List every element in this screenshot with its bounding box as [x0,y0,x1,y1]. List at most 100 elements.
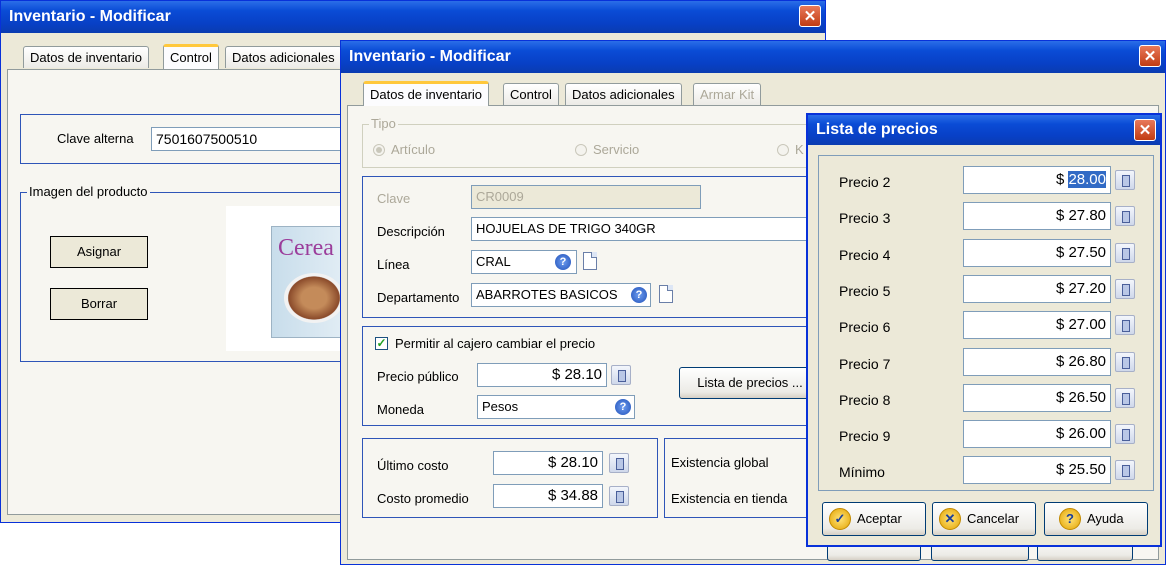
title-bar[interactable]: Inventario - Modificar ✕ [1,1,825,33]
ayuda-button[interactable]: ? Ayuda [1044,502,1148,536]
calculator-icon[interactable] [1115,315,1135,336]
clave-alterna-group: Clave alterna 7501607500510 [20,114,361,164]
clave-alterna-label: Clave alterna [57,131,134,146]
precio-publico-label: Precio público [377,369,459,384]
imagen-producto-group: Imagen del producto Asignar Borrar Cerea [20,184,363,362]
precio-input[interactable]: $ 26.50 [963,383,1111,412]
calculator-icon[interactable] [1115,424,1135,445]
calculator-icon[interactable] [1115,170,1135,190]
costo-promedio-label: Costo promedio [377,491,469,506]
ultimo-costo-label: Último costo [377,458,449,473]
departamento-new-icon[interactable] [659,285,673,303]
moneda-select[interactable]: Pesos [477,395,635,419]
tab-datos-inventario[interactable]: Datos de inventario [23,46,150,68]
calculator-icon[interactable] [1115,351,1135,372]
cancel-icon: ✕ [939,508,961,530]
check-icon: ✓ [829,508,851,530]
dialog-title: Lista de precios [816,121,938,138]
ultimo-costo-input[interactable]: $ 28.10 [493,451,603,475]
permitir-label: Permitir al cajero cambiar el precio [395,336,596,351]
imagen-producto-label: Imagen del producto [27,184,150,199]
clave-input: CR0009 [471,185,701,209]
tab-control[interactable]: Control [163,44,219,69]
window-title: Inventario - Modificar [349,48,511,65]
tipo-label: Tipo [369,116,398,131]
title-bar[interactable]: Lista de precios ✕ [808,115,1160,145]
linea-new-icon[interactable] [583,252,597,270]
linea-label: Línea [377,257,410,272]
departamento-label: Departamento [377,290,460,305]
precio-label: Precio 7 [839,355,891,372]
calculator-icon[interactable] [609,486,629,506]
costo-group: Último costo $ 28.10 Costo promedio $ 34… [362,438,658,518]
precio-label: Precio 3 [839,210,891,227]
calculator-icon[interactable] [1115,206,1135,227]
clave-label: Clave [377,191,411,206]
linea-help-icon[interactable]: ? [555,254,571,270]
calculator-icon[interactable] [1115,242,1135,263]
asignar-button[interactable]: Asignar [50,236,148,268]
precio-label: Precio 5 [839,282,891,299]
precio-label: Precio 2 [839,174,891,190]
precio-label: Precio 9 [839,428,891,445]
costo-promedio-input[interactable]: $ 34.88 [493,484,603,508]
departamento-input[interactable]: ABARROTES BASICOS [471,283,651,307]
cereal-box-text: Cerea [278,235,334,261]
cereal-bowl [284,273,344,323]
kit-label: K [795,142,804,157]
servicio-radio [575,144,587,156]
precio-label: Precio 4 [839,246,891,263]
precio-label: Mínimo [839,464,885,481]
tab-datos-adicionales[interactable]: Datos adicionales [565,83,682,105]
tab-control[interactable]: Control [503,83,559,105]
precio-input[interactable]: $ 27.20 [963,274,1111,303]
descripcion-input[interactable]: HOJUELAS DE TRIGO 340GR [471,217,811,241]
precio-input[interactable]: $ 27.00 [963,311,1111,340]
precio-label: Precio 8 [839,391,891,408]
calculator-icon[interactable] [1115,460,1135,481]
departamento-help-icon[interactable]: ? [631,287,647,303]
tab-datos-inventario[interactable]: Datos de inventario [363,81,490,106]
descripcion-label: Descripción [377,224,445,239]
close-button[interactable]: ✕ [1134,119,1156,141]
precio-input[interactable]: $ 25.50 [963,456,1111,485]
aceptar-label: Aceptar [857,511,902,526]
precios-group: Precio 2 $ 28.00 Precio 3 $ 27.80 Precio 4 $ … [818,155,1154,491]
precio-input[interactable]: $ 26.00 [963,420,1111,449]
precio-input[interactable]: $ 27.80 [963,202,1111,231]
precio-label: Precio 6 [839,319,891,336]
clave-alterna-input[interactable]: 7501607500510 [151,127,361,151]
calculator-icon[interactable] [609,453,629,473]
tab-datos-adicionales[interactable]: Datos adicionales [225,46,342,68]
borrar-button[interactable]: Borrar [50,288,148,320]
window-title: Inventario - Modificar [9,8,171,25]
close-button[interactable]: ✕ [1139,45,1161,67]
moneda-dropdown-icon[interactable]: ? [615,399,631,415]
precio-input[interactable]: $ 27.50 [963,238,1111,267]
lista-precios-dialog: Lista de precios ✕ Precio 2 $ 28.00 Precio… [806,113,1162,547]
precio-selected-value: 28.00 [1068,171,1106,188]
existencia-tienda-label: Existencia en tienda [671,491,788,506]
title-bar[interactable]: Inventario - Modificar ✕ [341,41,1165,73]
aceptar-button[interactable]: ✓ Aceptar [822,502,926,536]
precio-input[interactable]: $ 26.80 [963,347,1111,376]
articulo-label: Artículo [391,142,436,157]
calculator-icon[interactable] [1115,387,1135,408]
help-icon: ? [1059,508,1081,530]
existencia-global-label: Existencia global [671,455,769,470]
cancelar-label: Cancelar [967,511,1020,526]
articulo-radio [373,144,385,156]
lista-precios-button[interactable]: Lista de precios ... [679,367,821,399]
precio-input[interactable]: $ 28.00 [963,166,1111,194]
tab-armar-kit: Armar Kit [693,83,762,105]
precio-prefix: $ [1055,171,1069,188]
close-button[interactable]: ✕ [799,5,821,27]
permitir-checkbox[interactable]: ✓ [375,337,388,350]
kit-radio [777,144,789,156]
precio-publico-input[interactable]: $ 28.10 [477,363,607,387]
servicio-label: Servicio [593,142,640,157]
calculator-icon[interactable] [1115,278,1135,299]
cancelar-button[interactable]: ✕ Cancelar [932,502,1036,536]
calculator-icon[interactable] [611,365,631,385]
ayuda-label: Ayuda [1087,511,1124,526]
